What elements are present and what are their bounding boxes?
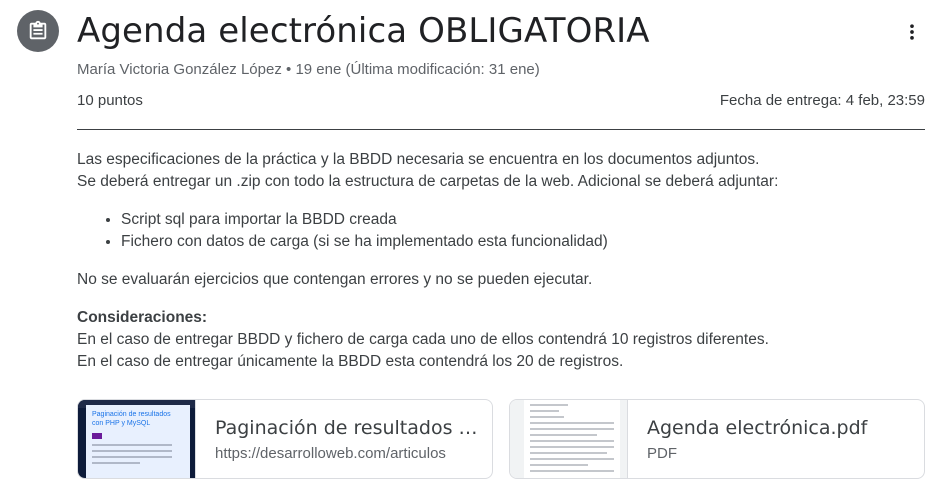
- warning-text: No se evaluarán ejercicios que contengan…: [77, 271, 593, 288]
- consideration-line: En el caso de entregar BBDD y fichero de…: [77, 331, 769, 348]
- consideration-line: En el caso de entregar únicamente la BBD…: [77, 353, 624, 370]
- link-thumbnail: Paginación de resultados con PHP y MySQL: [78, 400, 196, 478]
- assignment-icon: [17, 10, 59, 52]
- list-item: Script sql para importar la BBDD creada: [121, 209, 927, 231]
- more-vert-icon: [910, 24, 914, 40]
- requirements-list: Script sql para importar la BBDD creada …: [77, 209, 927, 253]
- attachment-link-card[interactable]: Paginación de resultados con PHP y MySQL…: [77, 399, 493, 479]
- points-label: 10 puntos: [77, 92, 143, 109]
- attachment-type: PDF: [647, 445, 677, 462]
- assignment-title: Agenda electrónica OBLIGATORIA: [77, 11, 650, 51]
- assignment-description: Las especificaciones de la práctica y la…: [77, 149, 927, 373]
- more-options-button[interactable]: [896, 16, 928, 48]
- description-line: Se deberá entregar un .zip con todo la e…: [77, 173, 779, 190]
- divider: [77, 129, 925, 130]
- attachment-url: https://desarrolloweb.com/articulos: [215, 445, 446, 462]
- author-name: María Victoria González López: [77, 61, 282, 78]
- due-date: Fecha de entrega: 4 feb, 23:59: [719, 92, 925, 109]
- posted-date: 19 ene: [295, 61, 342, 78]
- pdf-thumbnail: [510, 400, 628, 478]
- assignment-meta: María Victoria González López • 19 ene (…: [77, 61, 540, 78]
- description-line: Las especificaciones de la práctica y la…: [77, 151, 760, 168]
- list-item: Fichero con datos de carga (si se ha imp…: [121, 231, 927, 253]
- thumbnail-title: Paginación de resultados con PHP y MySQL: [92, 411, 171, 427]
- modified-date: (Última modificación: 31 ene): [345, 61, 540, 78]
- attachment-title: Paginación de resultados co...: [215, 417, 485, 439]
- attachment-title: Agenda electrónica.pdf: [647, 417, 868, 439]
- clipboard-icon: [29, 20, 47, 40]
- attachment-pdf-card[interactable]: Agenda electrónica.pdf PDF: [509, 399, 925, 479]
- considerations-heading: Consideraciones:: [77, 309, 208, 326]
